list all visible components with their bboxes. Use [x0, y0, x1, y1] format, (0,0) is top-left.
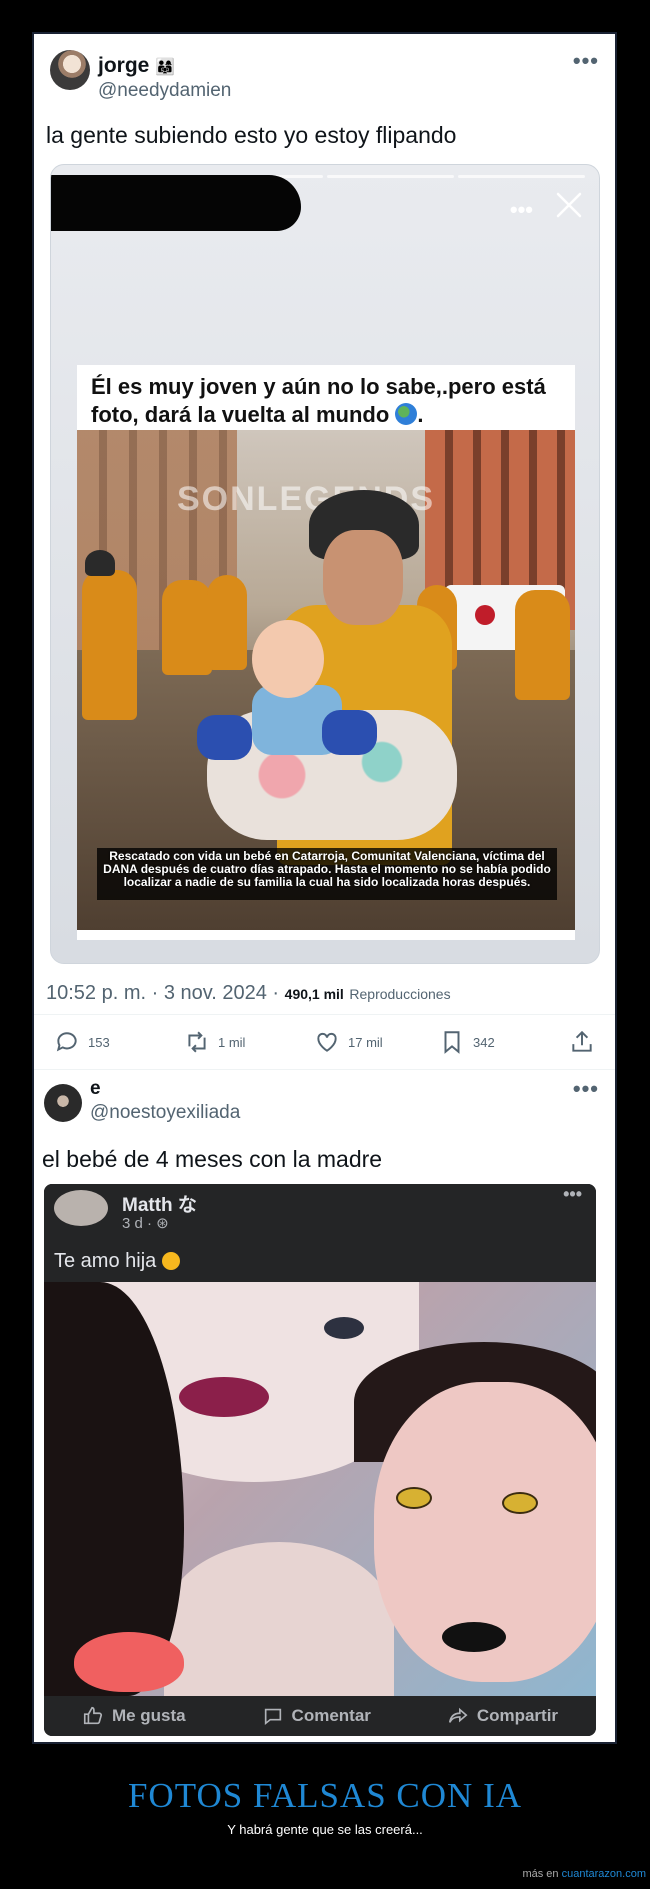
post-caption: Él es muy joven y aún no lo sabe,.pero e… [91, 374, 546, 427]
fb-like-button: Me gusta [82, 1705, 186, 1727]
fb-more-icon: ••• [563, 1184, 582, 1204]
mother-lips [179, 1377, 269, 1417]
redaction-scribble [51, 175, 301, 231]
meme-title: FOTOS FALSAS CON IA [127, 1776, 523, 1815]
firefighter [515, 590, 570, 700]
author-handle[interactable]: @noestoyexiliada [90, 1102, 240, 1124]
meme-subtitle: Y habrá gente que se las creerá... [227, 1822, 423, 1837]
fb-avatar [54, 1190, 108, 1226]
firefighter [162, 580, 212, 675]
instagram-post: Él es muy joven y aún no lo sabe,.pero e… [77, 365, 575, 940]
ai-selfie-photo [44, 1282, 596, 1696]
author-name[interactable]: jorge 👨‍👩‍👧 [98, 54, 175, 78]
baby-head [252, 620, 324, 698]
tweet-media[interactable]: Matth な 3 d · ⊛ ••• Te amo hija Me gusta… [44, 1184, 596, 1736]
tweet-text: el bebé de 4 meses con la madre [42, 1146, 383, 1172]
share-button[interactable] [569, 1029, 595, 1055]
tweet-text: la gente subiendo esto yo estoy flipando [46, 122, 457, 148]
screenshot-frame: jorge 👨‍👩‍👧 @needydamien ••• la gente su… [32, 32, 617, 1744]
reply-icon [56, 1032, 77, 1052]
author-name[interactable]: e [90, 1078, 101, 1100]
heart-icon [317, 1032, 337, 1052]
baby-eye [396, 1487, 432, 1509]
view-count: 490,1 mil [284, 986, 344, 1002]
retweet-icon [188, 1031, 206, 1053]
share-arrow-icon [448, 1707, 468, 1723]
author-name-text[interactable]: jorge [98, 54, 149, 77]
bookmark-button[interactable]: 342 [439, 1029, 495, 1055]
bookmark-icon [444, 1031, 460, 1054]
reply-count: 153 [88, 1034, 110, 1050]
share-icon [572, 1030, 592, 1052]
family-emoji-icon: 👨‍👩‍👧 [155, 59, 176, 76]
fb-comment-button: Comentar [262, 1705, 371, 1727]
tweet-timestamp: 10:52 p. m. · 3 nov. 2024 · 490,1 mil Re… [46, 982, 451, 1005]
reply-button[interactable]: 153 [54, 1029, 110, 1055]
views-label: Reproducciones [349, 986, 451, 1002]
close-icon[interactable] [555, 191, 583, 219]
tweet-media[interactable]: ••• Él es muy joven y aún no lo sabe,.pe… [50, 164, 600, 964]
fb-post-time: 3 d · ⊛ [122, 1215, 169, 1232]
wink-emoji-icon [161, 1252, 180, 1270]
more-options-icon[interactable]: ••• [573, 48, 599, 74]
bookmark-count: 342 [473, 1034, 495, 1050]
baby-eye [502, 1492, 538, 1514]
footer-prefix: más en [522, 1868, 559, 1880]
avatar[interactable] [44, 1084, 82, 1122]
fb-share-button: Compartir [447, 1705, 558, 1727]
site-footer: más en cuantarazon.com [522, 1868, 646, 1880]
firefighter [82, 570, 137, 720]
site-link[interactable]: cuantarazon.com [562, 1868, 646, 1880]
fb-post-text: Te amo hija [54, 1250, 180, 1273]
helmet [85, 550, 115, 576]
like-button[interactable]: 17 mil [314, 1029, 383, 1055]
rescue-photo: SONLEGENDS Rescatado con vida un bebé en… [77, 430, 575, 930]
like-count: 17 mil [348, 1034, 383, 1050]
rescuer-face [323, 530, 403, 625]
fb-action-bar: Me gusta Comentar Compartir [44, 1696, 596, 1736]
glove [322, 710, 377, 755]
glove [197, 715, 252, 760]
retweet-button[interactable]: 1 mil [184, 1029, 245, 1055]
fb-author-name: Matth な [122, 1195, 197, 1216]
facebook-post-header: Matth な 3 d · ⊛ ••• Te amo hija [44, 1184, 596, 1282]
firefighter [207, 575, 247, 670]
more-options-icon[interactable]: ••• [573, 1076, 599, 1102]
mother-eye [324, 1317, 364, 1339]
tweet-1: jorge 👨‍👩‍👧 @needydamien ••• la gente su… [34, 34, 615, 1070]
thumbs-up-icon [83, 1706, 103, 1725]
avatar[interactable] [50, 50, 90, 90]
heart-sticker-icon [74, 1632, 184, 1692]
author-handle[interactable]: @needydamien [98, 80, 231, 102]
timestamp-link[interactable]: 10:52 p. m. · 3 nov. 2024 · [46, 982, 279, 1004]
story-more-icon[interactable]: ••• [510, 197, 533, 223]
tweet-2: e @noestoyexiliada ••• el bebé de 4 mese… [34, 1070, 615, 1742]
action-bar: 153 1 mil 17 mil 342 [34, 1014, 615, 1070]
baby-lips [442, 1622, 506, 1652]
retweet-count: 1 mil [218, 1034, 246, 1050]
globe-icon [395, 403, 418, 425]
torso [164, 1542, 394, 1696]
photo-caption: Rescatado con vida un bebé en Catarroja,… [97, 848, 557, 900]
comment-icon [264, 1708, 281, 1726]
